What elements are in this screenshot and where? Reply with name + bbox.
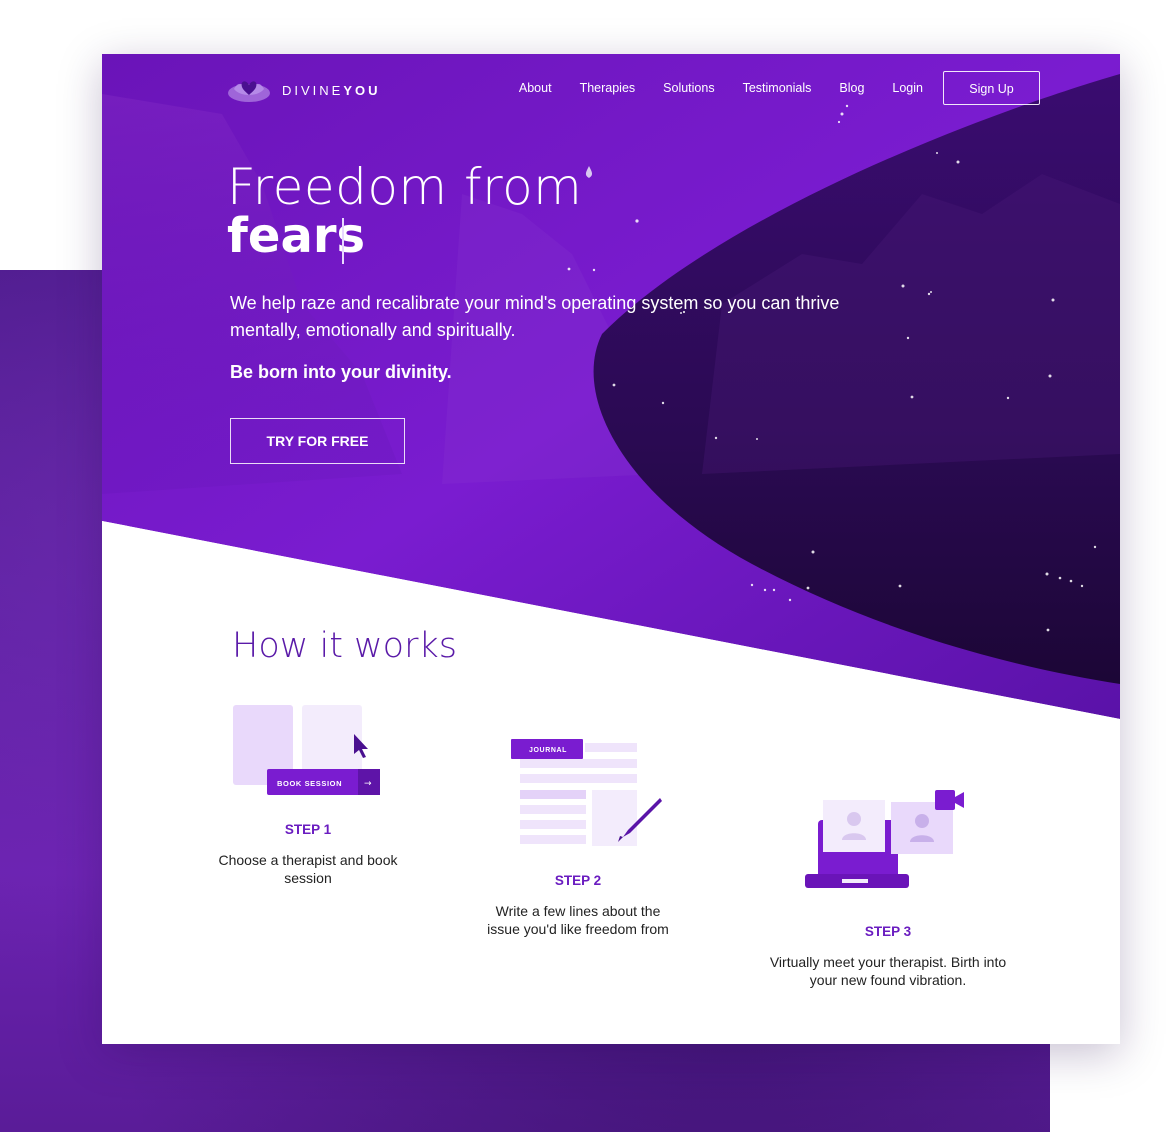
nav-link-solutions[interactable]: Solutions (663, 81, 714, 95)
step-2-label: STEP 2 (554, 873, 602, 888)
nav-link-therapies[interactable]: Therapies (580, 81, 636, 95)
hero-tagline: Be born into your divinity. (230, 362, 452, 382)
journal-tag: JOURNAL (529, 747, 567, 754)
book-session-label: BOOK SESSION (277, 779, 342, 788)
step-3: STEP 3 Virtually meet your therapist. Bi… (763, 924, 1013, 989)
step-1: STEP 1 Choose a therapist and book sessi… (208, 822, 408, 887)
step-2-text: Write a few lines about the issue you'd … (487, 903, 669, 937)
text-caret (342, 218, 344, 264)
try-for-free-button[interactable]: TRY FOR FREE (230, 418, 405, 464)
landing-card: DIVINEYOU About Therapies Solutions Test… (102, 54, 1120, 1044)
nav-link-blog[interactable]: Blog (839, 81, 864, 95)
step-3-label: STEP 3 (864, 924, 912, 939)
step-1-text: Choose a therapist and book session (218, 852, 398, 886)
step-1-label: STEP 1 (284, 822, 332, 837)
brand-name: DIVINEYOU (282, 82, 381, 98)
nav-link-about[interactable]: About (519, 81, 552, 95)
hero-lead: We help raze and recalibrate your mind's… (230, 293, 840, 340)
journal-illustration: JOURNAL (511, 739, 662, 846)
brand-logo[interactable]: DIVINEYOU (226, 75, 381, 105)
step-3-text: Virtually meet your therapist. Birth int… (769, 954, 1007, 988)
book-session-illustration: BOOK SESSION → (233, 705, 380, 795)
arrow-right-icon: → (364, 779, 372, 789)
hero-title-line2: fears (227, 208, 366, 264)
page: DIVINEYOU About Therapies Solutions Test… (0, 0, 1176, 1132)
top-nav: DIVINEYOU About Therapies Solutions Test… (102, 71, 1120, 107)
video-camera-icon (935, 790, 964, 810)
sign-up-button[interactable]: Sign Up (943, 71, 1040, 105)
nav-link-login[interactable]: Login (892, 81, 923, 95)
nav-link-testimonials[interactable]: Testimonials (743, 81, 812, 95)
how-it-works-title: How it works (232, 626, 457, 666)
hero-background (102, 54, 1120, 724)
nav-links: About Therapies Solutions Testimonials B… (491, 71, 1040, 105)
video-call-illustration (805, 790, 964, 888)
lotus-heart-icon (228, 81, 270, 102)
step-2: STEP 2 Write a few lines about the issue… (478, 873, 678, 938)
